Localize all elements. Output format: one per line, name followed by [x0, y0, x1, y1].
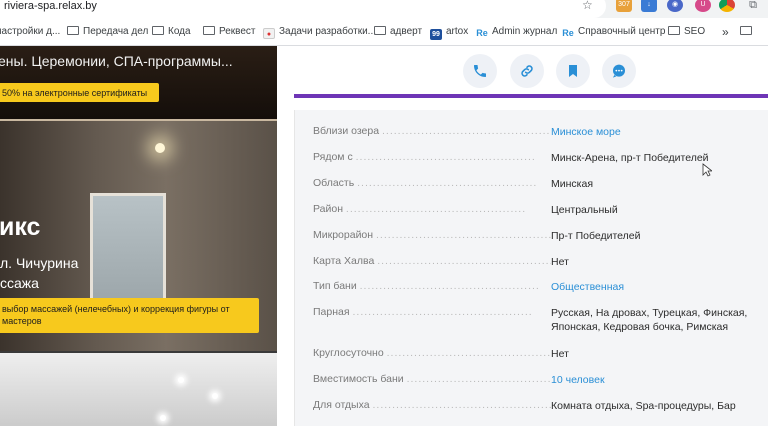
chrome-extension-icon[interactable] [719, 0, 735, 12]
chat-button[interactable] [602, 54, 636, 88]
artox-icon: 99 [430, 29, 442, 40]
bookmark-item[interactable]: Re Справочный центр [562, 25, 665, 39]
card-address: л. Чичурина [0, 255, 79, 271]
phone-button[interactable] [463, 54, 497, 88]
detail-value: Нет [551, 256, 569, 268]
card-photo-window [90, 193, 166, 313]
url-text: riviera-spa.relax.by [4, 0, 97, 12]
detail-value-link[interactable]: Общественная [551, 280, 761, 294]
discount-badge[interactable]: 50% на электронные сертификаты [0, 83, 159, 102]
spa-details: Вблизи озера ...........................… [294, 110, 768, 426]
share-link-button[interactable] [510, 54, 544, 88]
spa-card[interactable]: ены. Церемонии, СПА-программы... 50% на … [0, 46, 277, 119]
mouse-cursor-icon [702, 163, 712, 177]
extension-badge-icon[interactable]: 307 [616, 0, 632, 12]
folder-icon [67, 26, 79, 35]
bookmark-item[interactable]: 99 artox [430, 25, 468, 40]
bookmark-folder[interactable]: Кода [152, 25, 191, 39]
chat-icon [613, 64, 625, 78]
spa-list: ены. Церемонии, СПА-программы... 50% на … [0, 46, 277, 426]
bookmarks-bar: настройки д... Передача дел Кода Реквест… [0, 18, 768, 46]
spa-card[interactable]: икс л. Чичурина ссажа выбор массажей (не… [0, 121, 277, 353]
card-description: ены. Церемонии, СПА-программы... [0, 53, 233, 69]
folder-icon [152, 26, 164, 35]
bookmark-star-icon[interactable]: ☆ [582, 0, 593, 12]
detail-label: Микрорайон .............................… [313, 229, 551, 241]
promo-badge[interactable]: выбор массажей (нелечебных) и коррекция … [0, 298, 259, 333]
detail-value: Пр-т Победителей [551, 230, 641, 242]
folder-icon [374, 26, 386, 35]
bookmark-item[interactable]: настройки д... [0, 25, 60, 39]
folder-icon [668, 26, 680, 35]
bookmark-folder[interactable]: Передача дел [67, 25, 148, 39]
card-photo-light [178, 377, 184, 383]
bookmark-folder[interactable]: SEO [668, 25, 705, 39]
detail-value: Русская, На дровах, Турецкая, Финская, Я… [551, 307, 748, 333]
detail-label: Область ................................… [313, 177, 538, 189]
address-bar[interactable]: ⚙ riviera-spa.relax.by [0, 0, 606, 18]
detail-label: Вместимость бани .......................… [313, 373, 551, 385]
card-title: икс [0, 213, 41, 241]
detail-label: Район ..................................… [313, 203, 527, 215]
shield-extension-icon[interactable]: U [695, 0, 711, 12]
spa-card[interactable] [0, 353, 277, 426]
folder-icon [203, 26, 215, 35]
bookmark-folder[interactable] [740, 25, 756, 39]
detail-label: Тип бани ...............................… [313, 280, 540, 292]
card-photo-lamp [155, 143, 165, 153]
gutter [277, 46, 294, 426]
detail-value: Минск-Арена, пр-т Победителей [551, 152, 709, 164]
bookmark-page-icon: ● [263, 28, 275, 39]
relax-icon: Re [562, 28, 574, 38]
detail-label: Для отдыха .............................… [313, 399, 551, 411]
phone-icon [474, 65, 486, 77]
card-category: ссажа [0, 275, 39, 291]
detail-value: Нет [551, 348, 569, 360]
detail-value-link[interactable]: 10 человек [551, 373, 761, 387]
detail-value: Центральный [551, 204, 618, 216]
download-extension-icon[interactable]: ↓ [641, 0, 657, 12]
relax-icon: Re [476, 28, 488, 38]
detail-value: Минская [551, 178, 594, 190]
bookmark-folder[interactable]: Реквест [203, 25, 256, 39]
folder-icon [740, 26, 752, 35]
browser-toolbar: ⚙ riviera-spa.relax.by ☆ 307 ↓ ◉ U ⧉ [0, 0, 768, 18]
bookmark-item[interactable]: ● Задачи разработки... [263, 25, 376, 39]
detail-label: Парная .................................… [313, 306, 533, 318]
save-bookmark-button[interactable] [556, 54, 590, 88]
promo-line: выбор массажей (нелечебных) и коррекция … [2, 304, 230, 314]
puzzle-extension-icon[interactable]: ⧉ [745, 0, 761, 12]
eye-extension-icon[interactable]: ◉ [667, 0, 683, 12]
detail-label: Карта Халва ............................… [313, 255, 551, 267]
detail-label: Круглосуточно ..........................… [313, 347, 551, 359]
bookmarks-overflow-button[interactable]: » [722, 25, 729, 39]
bookmark-icon [569, 65, 577, 77]
spa-actions-bar [294, 46, 768, 98]
card-photo-light [160, 415, 166, 421]
link-icon [521, 65, 533, 77]
detail-value-link[interactable]: Минское море [551, 125, 761, 139]
promo-line: мастеров [2, 316, 42, 326]
bookmark-item[interactable]: Re Admin журнал [476, 25, 557, 39]
bookmark-folder[interactable]: адверт [374, 25, 422, 39]
detail-label: Рядом с ................................… [313, 151, 536, 163]
detail-label: Вблизи озера ...........................… [313, 125, 551, 137]
detail-value: Комната отдыха, Spa-процедуры, Бар [551, 400, 736, 412]
card-photo-light [212, 393, 218, 399]
